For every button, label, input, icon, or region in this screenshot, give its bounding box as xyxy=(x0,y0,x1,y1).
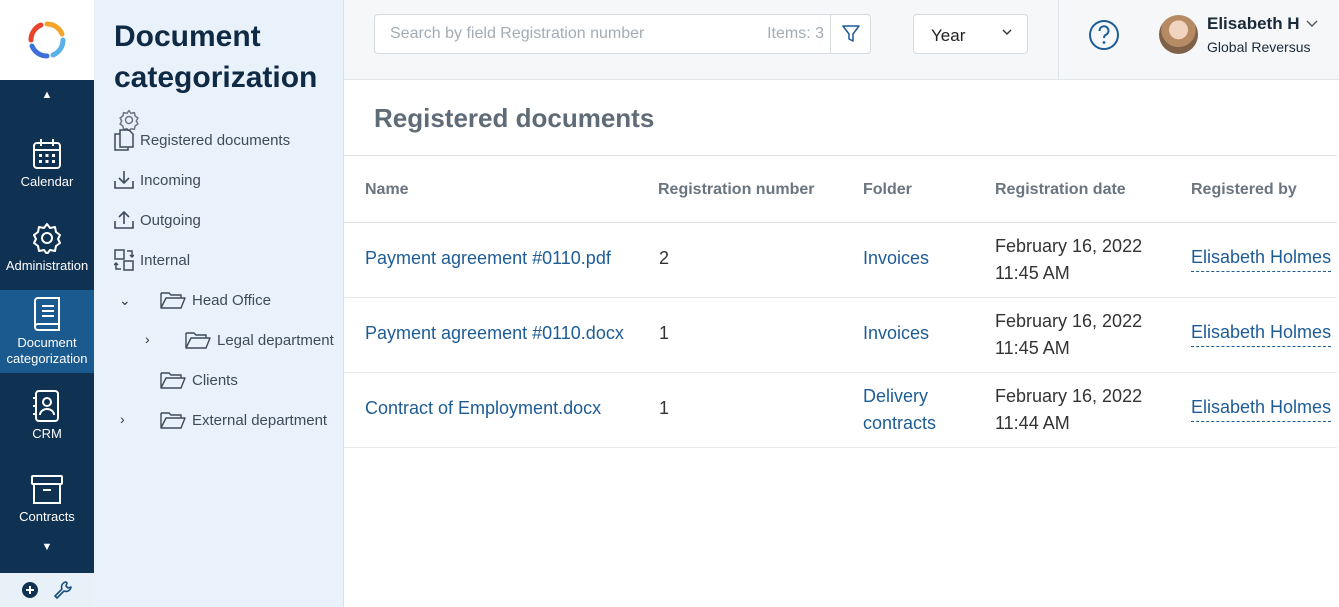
nav-item-internal[interactable]: Internal xyxy=(114,248,190,272)
download-icon xyxy=(114,171,134,189)
book-icon xyxy=(34,296,60,331)
swap-icon xyxy=(114,249,134,271)
column-header-registration-number[interactable]: Registration number xyxy=(658,181,814,199)
archive-icon xyxy=(31,474,63,504)
nav-item-incoming[interactable]: Incoming xyxy=(114,168,201,192)
column-header-folder[interactable]: Folder xyxy=(863,181,912,199)
nav-item-outgoing[interactable]: Outgoing xyxy=(114,208,201,232)
page-title: Registered documents xyxy=(374,103,655,133)
search-box: Items: 3 xyxy=(374,14,871,54)
help-icon[interactable] xyxy=(1088,19,1120,51)
column-header-registration-date[interactable]: Registration date xyxy=(995,181,1126,199)
header-divider xyxy=(1058,0,1059,80)
filter-button[interactable] xyxy=(830,15,870,53)
gear-icon xyxy=(33,222,61,254)
section-sidebar: Document categorization Registered docum… xyxy=(94,0,344,607)
document-name-link[interactable]: Contract of Employment.docx xyxy=(365,398,601,419)
nav-folder-clients[interactable]: Clients xyxy=(160,368,238,392)
registered-by-link[interactable]: Elisabeth Holmes xyxy=(1191,247,1332,272)
table-row[interactable]: Contract of Employment.docx 1 Delivery c… xyxy=(344,373,1337,448)
app-window: ▲ Calendar Administration Document categ… xyxy=(0,0,1339,607)
upload-icon xyxy=(114,210,134,229)
rail-item-label: Calendar xyxy=(20,173,74,189)
folder-link[interactable]: Invoices xyxy=(863,248,929,269)
items-count: Items: 3 xyxy=(767,25,824,42)
nav-folder-head-office[interactable]: Head Office xyxy=(160,288,271,312)
contact-icon xyxy=(33,389,59,422)
folder-icon xyxy=(160,372,186,389)
column-header-name[interactable]: Name xyxy=(365,181,409,199)
registered-by-link[interactable]: Elisabeth Holmes xyxy=(1191,322,1332,347)
rail-scroll-down-icon[interactable]: ▼ xyxy=(0,541,94,553)
column-header-registered-by[interactable]: Registered by xyxy=(1191,181,1297,199)
logo-icon xyxy=(28,21,66,59)
add-circle-icon[interactable] xyxy=(21,581,39,599)
table-row[interactable]: Payment agreement #0110.pdf 2 Invoices F… xyxy=(344,223,1337,298)
period-select[interactable]: Year xyxy=(913,14,1028,54)
rail-item-document-categorization[interactable]: Document categorization xyxy=(0,290,94,373)
expand-external-department-icon[interactable]: › xyxy=(120,411,125,427)
documents-icon xyxy=(114,129,134,151)
chevron-down-icon xyxy=(1306,20,1318,27)
rail-item-calendar[interactable]: Calendar xyxy=(0,122,94,205)
document-name-link[interactable]: Payment agreement #0110.docx xyxy=(365,323,624,344)
section-title: Document categorization xyxy=(114,16,339,139)
registration-number: 1 xyxy=(659,398,670,418)
registration-date: February 16, 2022 11:45 AM xyxy=(995,311,1143,358)
rail-item-label: Contracts xyxy=(19,508,75,524)
chevron-down-icon xyxy=(1002,29,1012,35)
expand-head-office-icon[interactable]: ⌄ xyxy=(119,292,131,309)
rail-item-administration[interactable]: Administration xyxy=(0,206,94,289)
app-logo[interactable] xyxy=(0,0,94,80)
top-header: Items: 3 Year Elisabeth H xyxy=(344,0,1339,80)
table-row[interactable]: Payment agreement #0110.docx 1 Invoices … xyxy=(344,298,1337,373)
rail-item-label: Document categorization xyxy=(6,334,88,366)
folder-icon xyxy=(160,292,186,309)
registration-date: February 16, 2022 11:45 AM xyxy=(995,236,1143,283)
calendar-icon xyxy=(33,138,61,169)
nav-folder-external-department[interactable]: External department xyxy=(160,408,327,432)
documents-table: Name Registration number Folder Registra… xyxy=(344,155,1337,448)
user-menu[interactable]: Elisabeth H xyxy=(1207,14,1318,34)
avatar[interactable] xyxy=(1159,15,1198,54)
nav-item-registered-documents[interactable]: Registered documents xyxy=(114,128,290,152)
folder-link[interactable]: Delivery contracts xyxy=(863,383,936,437)
registered-by-link[interactable]: Elisabeth Holmes xyxy=(1191,397,1332,422)
registration-number: 2 xyxy=(659,248,670,268)
rail-item-crm[interactable]: CRM xyxy=(0,374,94,457)
registration-number: 1 xyxy=(659,323,670,343)
rail-item-label: Administration xyxy=(5,257,89,273)
nav-folder-legal-department[interactable]: Legal department xyxy=(185,328,334,352)
user-organization: Global Reversus xyxy=(1207,39,1311,55)
registration-date: February 16, 2022 11:44 AM xyxy=(995,386,1143,433)
table-header: Name Registration number Folder Registra… xyxy=(344,156,1337,223)
filter-icon xyxy=(841,25,860,42)
rail-scroll-up-icon[interactable]: ▲ xyxy=(0,89,94,101)
folder-icon xyxy=(160,412,186,429)
search-input[interactable] xyxy=(375,15,755,53)
document-name-link[interactable]: Payment agreement #0110.pdf xyxy=(365,248,611,269)
folder-link[interactable]: Invoices xyxy=(863,323,929,344)
rail-item-label: CRM xyxy=(32,425,62,441)
expand-legal-department-icon[interactable]: › xyxy=(145,331,150,347)
rail-footer xyxy=(0,573,94,607)
wrench-icon[interactable] xyxy=(53,580,73,600)
rail-item-contracts[interactable]: Contracts xyxy=(0,458,94,541)
main-sidebar: ▲ Calendar Administration Document categ… xyxy=(0,0,94,607)
period-value: Year xyxy=(931,26,966,45)
folder-icon xyxy=(185,332,211,349)
